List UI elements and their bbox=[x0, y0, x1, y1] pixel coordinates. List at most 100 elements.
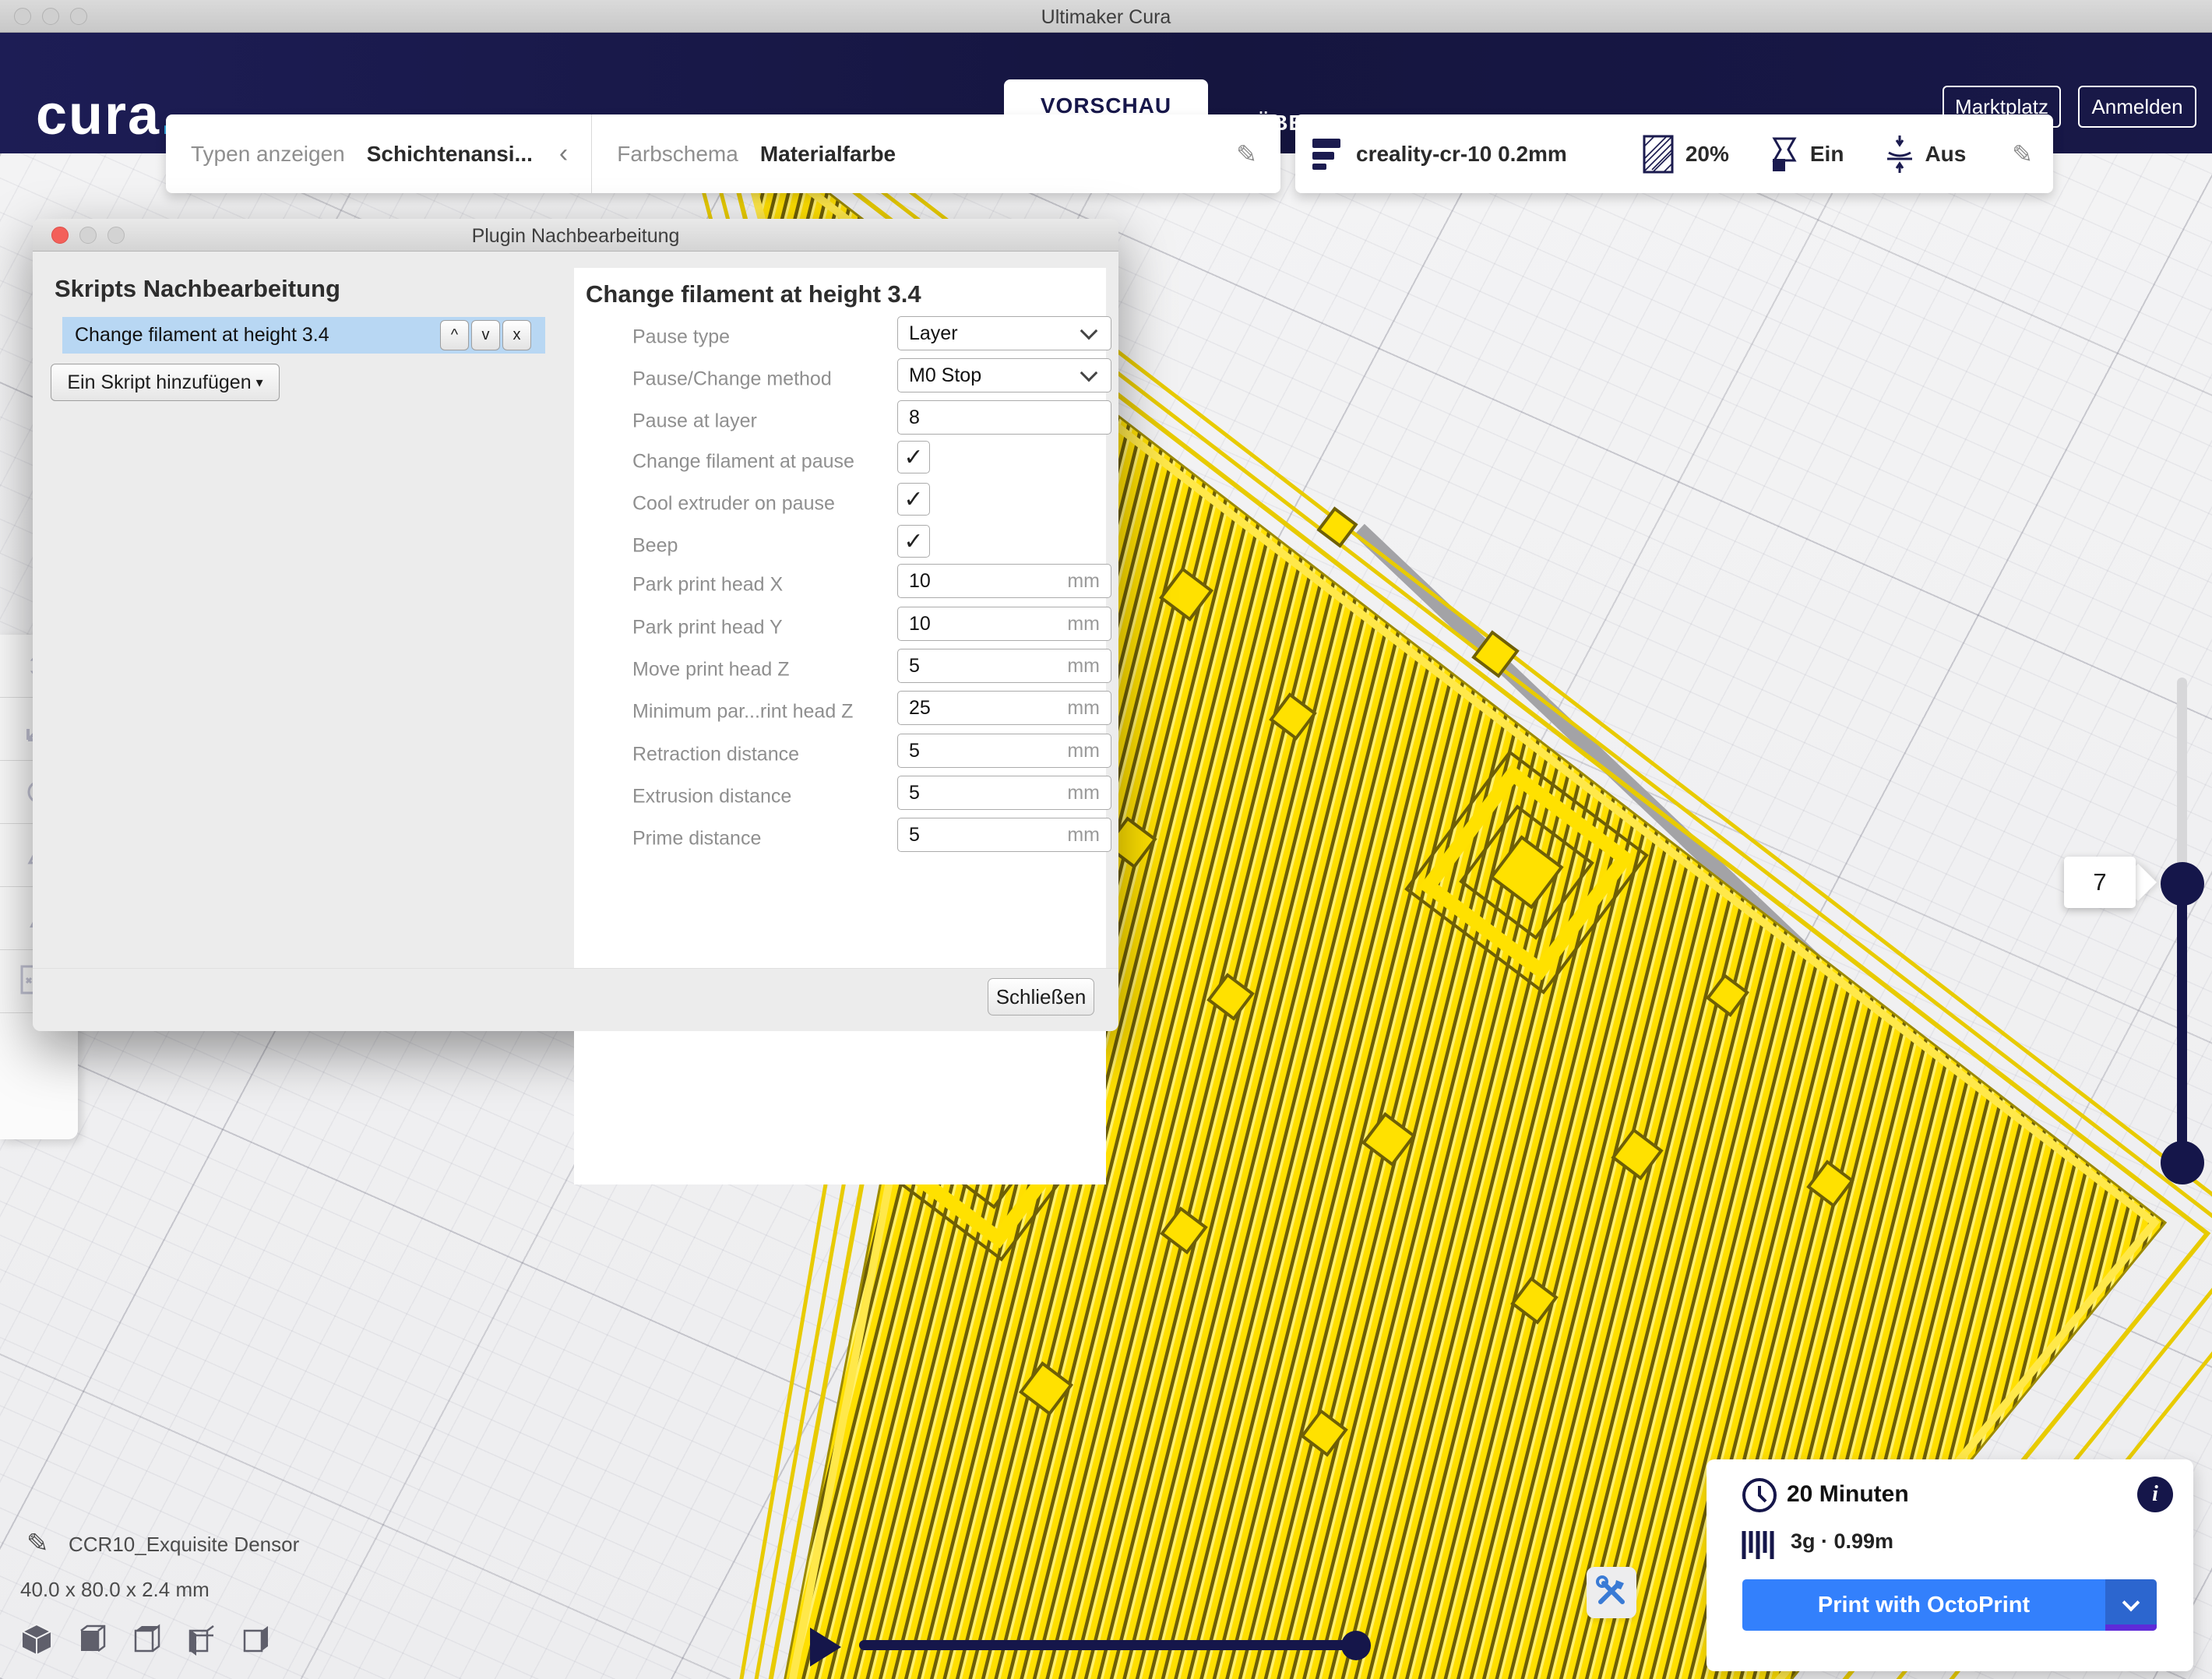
collapse-chevron-icon[interactable]: ‹ bbox=[559, 139, 568, 169]
field-value: 5 bbox=[909, 824, 1067, 847]
add-script-caret-icon: ▾ bbox=[256, 375, 263, 391]
edit-printer-pencil-icon[interactable]: ✎ bbox=[2012, 139, 2033, 169]
field-row: Cool extruder on pause✓ bbox=[574, 483, 1106, 525]
printer-name: creality-cr-10 0.2mm bbox=[1356, 142, 1567, 167]
settings-heading: Change filament at height 3.4 bbox=[586, 280, 921, 308]
print-with-octoprint-button[interactable]: Print with OctoPrint bbox=[1742, 1579, 2105, 1631]
field-label: Move print head Z bbox=[632, 659, 790, 681]
post-processing-dialog: Plugin Nachbearbeitung Skripts Nachbearb… bbox=[33, 219, 1118, 1031]
print-time: 20 Minuten bbox=[1787, 1481, 1909, 1508]
field-value: 5 bbox=[909, 740, 1067, 762]
view-right-icon[interactable] bbox=[237, 1621, 273, 1657]
signin-button[interactable]: Anmelden bbox=[2078, 86, 2196, 128]
field-dropdown[interactable]: M0 Stop bbox=[897, 358, 1111, 392]
path-scrubber-handle[interactable] bbox=[1341, 1631, 1371, 1660]
material-icon bbox=[1741, 1528, 1781, 1562]
field-label: Extrusion distance bbox=[632, 786, 791, 808]
printer-config-card[interactable]: creality-cr-10 0.2mm 20% Ein Aus ✎ bbox=[1295, 114, 2053, 193]
model-name: CCR10_Exquisite Densor bbox=[69, 1533, 299, 1557]
layer-slider-lower-handle[interactable] bbox=[2161, 1141, 2204, 1184]
field-row: Pause typeLayer bbox=[574, 316, 1106, 358]
tools-wrench-icon bbox=[1594, 1575, 1629, 1610]
print-summary-panel: 20 Minuten i 3g · 0.99m Print with OctoP… bbox=[1707, 1459, 2193, 1671]
print-button-group: Print with OctoPrint bbox=[1742, 1579, 2157, 1631]
chevron-down-icon bbox=[2122, 1594, 2140, 1612]
field-row: Move print head Z5mm bbox=[574, 649, 1106, 691]
field-value: 5 bbox=[909, 782, 1067, 804]
path-scrubber-track[interactable] bbox=[859, 1640, 1369, 1650]
field-input[interactable]: 5mm bbox=[897, 734, 1111, 768]
field-input[interactable]: 8 bbox=[897, 400, 1111, 435]
play-button[interactable] bbox=[810, 1628, 841, 1667]
view-3d-icon[interactable] bbox=[19, 1621, 55, 1657]
field-label: Retraction distance bbox=[632, 744, 799, 766]
edit-view-pencil-icon[interactable]: ✎ bbox=[1236, 139, 1257, 169]
type-value-dropdown[interactable]: Schichtenansi... bbox=[367, 142, 533, 167]
field-label: Pause type bbox=[632, 326, 730, 349]
field-input[interactable]: 5mm bbox=[897, 818, 1111, 852]
scheme-value-dropdown[interactable]: Materialfarbe bbox=[760, 142, 896, 167]
selected-script-label: Change filament at height 3.4 bbox=[75, 324, 329, 347]
field-checkbox[interactable]: ✓ bbox=[897, 525, 930, 558]
field-value: 10 bbox=[909, 570, 1067, 593]
script-remove-button[interactable]: x bbox=[502, 320, 531, 350]
field-row: Prime distance 5mm bbox=[574, 818, 1106, 860]
field-label: Pause/Change method bbox=[632, 368, 832, 391]
field-row: Pause/Change method M0 Stop bbox=[574, 358, 1106, 400]
layer-slider-upper-handle[interactable] bbox=[2161, 862, 2204, 906]
clock-icon bbox=[1741, 1477, 1778, 1514]
field-row: Retraction distance 5mm bbox=[574, 734, 1106, 776]
field-unit: mm bbox=[1067, 824, 1100, 847]
chevron-down-icon bbox=[1080, 322, 1098, 340]
support-value: Ein bbox=[1810, 142, 1844, 167]
field-row: Extrusion distance 5mm bbox=[574, 776, 1106, 818]
support-icon bbox=[1770, 136, 1801, 173]
layer-slider-range[interactable] bbox=[2177, 884, 2187, 1163]
print-options-dropdown[interactable] bbox=[2105, 1579, 2157, 1631]
adhesion-value: Aus bbox=[1925, 142, 1966, 167]
view-left-icon[interactable] bbox=[182, 1621, 218, 1657]
layers-icon bbox=[1312, 139, 1340, 170]
script-move-up-button[interactable]: ^ bbox=[440, 320, 469, 350]
field-value: M0 Stop bbox=[909, 364, 1083, 387]
dialog-title: Plugin Nachbearbeitung bbox=[33, 225, 1118, 248]
info-icon[interactable]: i bbox=[2137, 1477, 2173, 1512]
model-dimensions: 40.0 x 80.0 x 2.4 mm bbox=[20, 1578, 210, 1602]
field-unit: mm bbox=[1067, 740, 1100, 762]
dropdown-accent-strip bbox=[2105, 1624, 2157, 1631]
field-label: Minimum par...rint head Z bbox=[632, 701, 853, 723]
field-input[interactable]: 10mm bbox=[897, 564, 1111, 598]
infill-value: 20% bbox=[1685, 142, 1729, 167]
adhesion-icon bbox=[1884, 134, 1915, 174]
view-top-icon[interactable] bbox=[128, 1621, 164, 1657]
field-unit: mm bbox=[1067, 782, 1100, 804]
field-label: Pause at layer bbox=[632, 410, 757, 433]
field-label: Beep bbox=[632, 535, 678, 558]
type-label: Typen anzeigen bbox=[191, 142, 345, 167]
field-input[interactable]: 10mm bbox=[897, 607, 1111, 641]
rename-model-pencil-icon[interactable]: ✎ bbox=[26, 1528, 49, 1559]
field-unit: mm bbox=[1067, 697, 1100, 720]
field-value: 10 bbox=[909, 613, 1067, 635]
field-row: Pause at layer8 bbox=[574, 400, 1106, 442]
field-checkbox[interactable]: ✓ bbox=[897, 441, 930, 473]
field-value: 5 bbox=[909, 655, 1067, 678]
field-label: Prime distance bbox=[632, 828, 761, 850]
script-move-down-button[interactable]: v bbox=[471, 320, 500, 350]
field-row: Park print head X10mm bbox=[574, 564, 1106, 606]
field-input[interactable]: 25mm bbox=[897, 691, 1111, 725]
view-front-icon[interactable] bbox=[73, 1621, 109, 1657]
field-dropdown[interactable]: Layer bbox=[897, 316, 1111, 350]
add-script-button[interactable]: Ein Skript hinzufügen ▾ bbox=[51, 364, 280, 401]
dialog-titlebar[interactable]: Plugin Nachbearbeitung bbox=[33, 219, 1118, 252]
field-input[interactable]: 5mm bbox=[897, 649, 1111, 683]
field-value: 25 bbox=[909, 697, 1067, 720]
field-label: Park print head Y bbox=[632, 617, 783, 639]
material-usage: 3g · 0.99m bbox=[1791, 1529, 1893, 1554]
script-settings-panel: Change filament at height 3.4 Pause type… bbox=[574, 268, 1106, 1184]
field-input[interactable]: 5mm bbox=[897, 776, 1111, 810]
adjust-tools-button[interactable] bbox=[1587, 1567, 1636, 1618]
close-dialog-button[interactable]: Schließen bbox=[988, 978, 1094, 1015]
field-row: Beep ✓ bbox=[574, 525, 1106, 567]
field-checkbox[interactable]: ✓ bbox=[897, 483, 930, 516]
